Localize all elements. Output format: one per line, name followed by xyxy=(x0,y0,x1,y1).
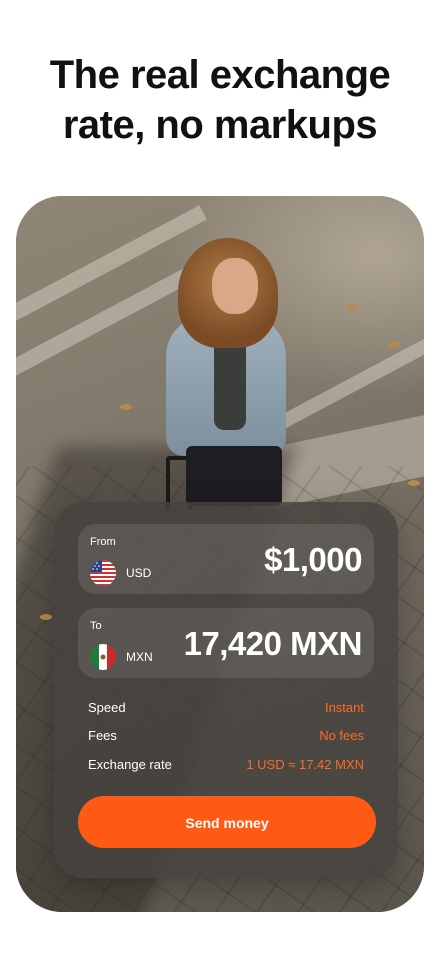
leaf xyxy=(40,614,52,620)
leaf xyxy=(346,304,358,310)
detail-value: 1 USD ≈ 17.42 MXN xyxy=(246,757,364,772)
to-currency-code[interactable]: MXN xyxy=(126,650,153,664)
detail-value: Instant xyxy=(324,700,364,715)
to-label: To xyxy=(90,620,102,632)
headline: The real exchange rate, no markups xyxy=(0,50,440,150)
detail-value: No fees xyxy=(319,728,364,743)
from-amount-field[interactable]: From USD $1,000 xyxy=(78,524,374,594)
person-face xyxy=(212,258,258,314)
leaf xyxy=(408,480,420,486)
leaf xyxy=(120,404,132,410)
detail-row-speed: Speed Instant xyxy=(88,700,364,718)
mexico-flag-icon xyxy=(90,644,116,670)
to-amount-field[interactable]: To MXN 17,420 MXN xyxy=(78,608,374,678)
send-money-button[interactable]: Send money xyxy=(78,796,376,848)
headline-line-2: rate, no markups xyxy=(62,103,378,147)
detail-label: Fees xyxy=(88,728,117,743)
leaf xyxy=(388,342,400,348)
detail-label: Speed xyxy=(88,700,126,715)
us-flag-icon xyxy=(90,560,116,586)
converter-card: From USD $1,000 To MXN 17,420 MXN Speed … xyxy=(54,502,398,878)
detail-row-exchange-rate: Exchange rate 1 USD ≈ 17.42 MXN xyxy=(88,757,364,775)
from-label: From xyxy=(90,536,116,548)
detail-row-fees: Fees No fees xyxy=(88,728,364,746)
headline-line-1: The real exchange xyxy=(49,53,391,97)
person-legs xyxy=(186,446,282,506)
from-currency-code[interactable]: USD xyxy=(126,566,151,580)
to-amount: 17,420 MXN xyxy=(183,625,363,662)
from-amount[interactable]: $1,000 xyxy=(264,541,362,579)
detail-label: Exchange rate xyxy=(88,757,172,772)
phone-frame: From USD $1,000 To MXN 17,420 MXN Speed … xyxy=(16,196,424,912)
